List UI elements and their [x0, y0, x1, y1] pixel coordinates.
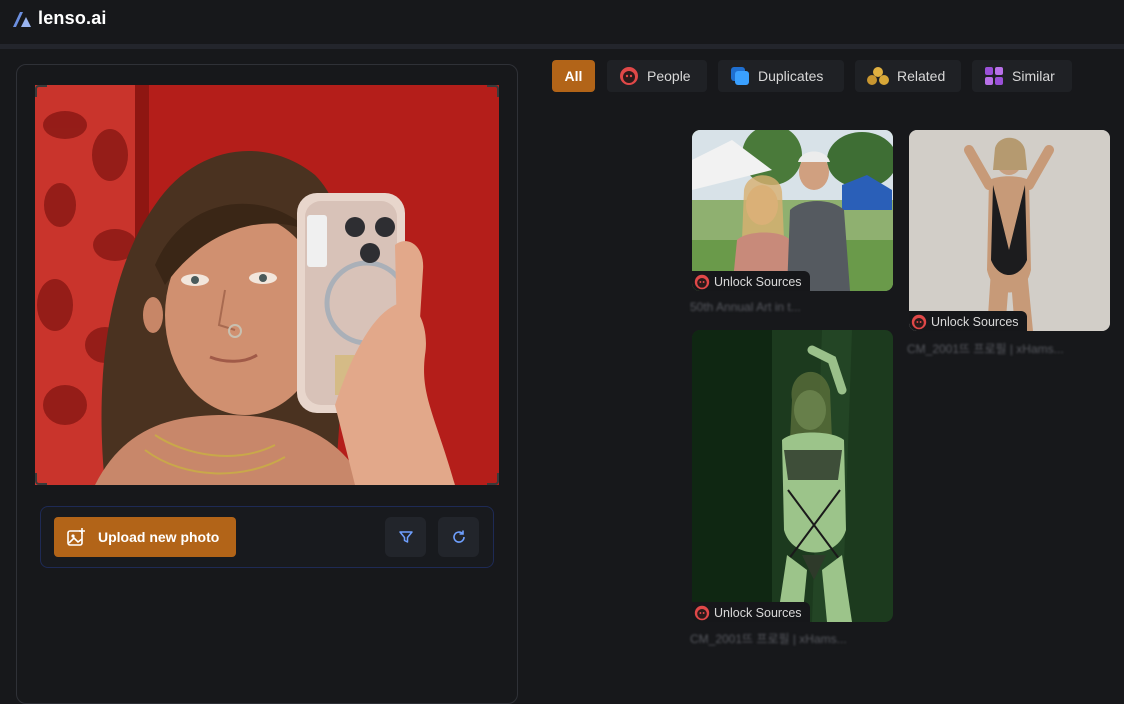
lenso-logo-icon — [13, 11, 31, 27]
crop-corner-top-right[interactable] — [487, 85, 499, 97]
tab-duplicates[interactable]: Duplicates — [718, 60, 844, 92]
uploaded-photo-preview — [35, 85, 499, 485]
face-icon — [694, 274, 710, 290]
header-divider — [0, 44, 1124, 49]
tab-related-label: Related — [897, 68, 946, 84]
result-thumbnail — [692, 130, 893, 291]
tab-all-label: All — [564, 68, 583, 84]
upload-label: Upload new photo — [98, 529, 220, 545]
tab-related[interactable]: Related — [855, 60, 961, 92]
crop-corner-bottom-right[interactable] — [487, 473, 499, 485]
unlock-sources-label: Unlock Sources — [714, 275, 802, 289]
result-card[interactable]: Unlock Sources — [692, 130, 893, 291]
tab-duplicates-label: Duplicates — [758, 68, 824, 84]
unlock-sources-label: Unlock Sources — [931, 315, 1019, 329]
refresh-button[interactable] — [438, 517, 479, 557]
brand-logo[interactable]: lenso.ai — [12, 8, 107, 29]
top-bar: lenso.ai — [0, 0, 1124, 44]
result-thumbnail — [692, 330, 893, 622]
face-icon — [620, 67, 638, 85]
unlock-sources-label: Unlock Sources — [714, 606, 802, 620]
unlock-sources-badge[interactable]: Unlock Sources — [692, 602, 810, 622]
result-caption[interactable]: 50th Annual Art in t... — [690, 300, 801, 314]
tab-similar[interactable]: Similar — [972, 60, 1072, 92]
result-card[interactable]: Unlock Sources — [909, 130, 1110, 331]
search-toolbar: Upload new photo — [40, 506, 494, 568]
upload-new-photo-button[interactable]: Upload new photo — [54, 517, 236, 557]
crop-corner-top-left[interactable] — [35, 85, 47, 97]
tab-people-label: People — [647, 68, 691, 84]
brand-name: lenso.ai — [38, 8, 107, 28]
result-thumbnail — [909, 130, 1110, 331]
filter-button[interactable] — [385, 517, 426, 557]
result-card[interactable]: Unlock Sources — [692, 330, 893, 622]
unlock-sources-badge[interactable]: Unlock Sources — [909, 311, 1027, 331]
tab-similar-label: Similar — [1012, 68, 1055, 84]
result-caption[interactable]: CM_2001뜨 프로필 | xHams... — [907, 340, 1064, 357]
filter-icon — [398, 531, 413, 543]
similar-grid-icon — [985, 67, 1003, 85]
face-icon — [694, 605, 710, 621]
tab-people[interactable]: People — [607, 60, 707, 92]
tab-all[interactable]: All — [552, 60, 595, 92]
result-caption[interactable]: CM_2001뜨 프로필 | xHams... — [690, 630, 847, 647]
image-add-icon — [67, 528, 85, 546]
related-icon — [867, 67, 889, 85]
copy-icon — [731, 67, 749, 85]
refresh-icon — [452, 530, 465, 543]
unlock-sources-badge[interactable]: Unlock Sources — [692, 271, 810, 291]
uploaded-photo — [35, 85, 499, 485]
face-icon — [911, 314, 927, 330]
crop-corner-bottom-left[interactable] — [35, 473, 47, 485]
